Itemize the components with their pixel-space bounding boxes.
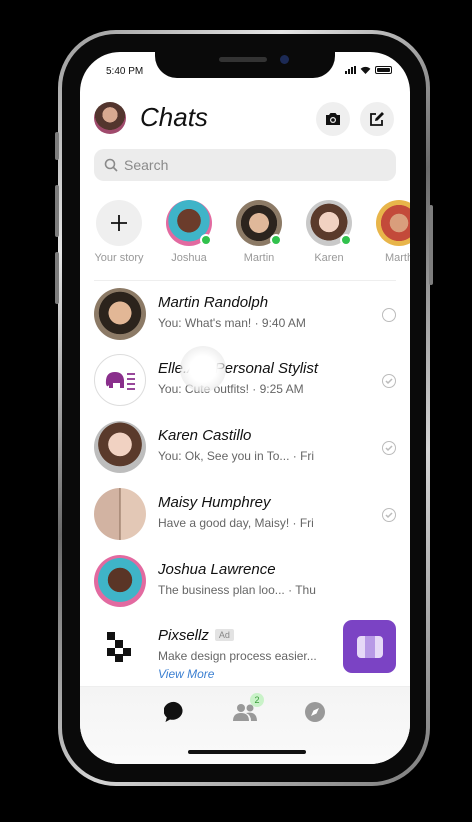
- volume-up-button: [55, 185, 59, 237]
- home-indicator[interactable]: [188, 750, 306, 754]
- chat-preview: You: What's man! · 9:40 AM: [158, 316, 306, 330]
- divider: [94, 280, 396, 281]
- camera-icon: [326, 113, 340, 125]
- battery-icon: [375, 66, 392, 74]
- ad-message: Make design process easier...: [158, 649, 317, 663]
- plus-icon: [111, 215, 127, 231]
- chat-bubble-icon: [164, 701, 183, 722]
- speaker: [219, 57, 267, 62]
- search-icon: [104, 158, 118, 172]
- sent-status-icon: [382, 308, 396, 322]
- view-more-link[interactable]: View More: [158, 667, 214, 681]
- search-placeholder: Search: [124, 157, 169, 173]
- story-label: Marth: [384, 252, 410, 264]
- chat-name: Maisy Humphrey: [158, 494, 271, 511]
- chat-preview: You: Ok, See you in To... · Fri: [158, 449, 315, 463]
- ad-name: Pixsellz: [158, 627, 209, 644]
- power-button: [429, 205, 433, 285]
- chat-name: Pixsellz Ad: [158, 627, 234, 644]
- list-item[interactable]: Maisy Humphrey Have a good day, Maisy! ·…: [94, 488, 396, 542]
- story-joshua[interactable]: Joshua: [159, 200, 219, 264]
- mute-switch: [55, 132, 59, 160]
- avatar: [94, 555, 146, 607]
- tab-people[interactable]: 2: [232, 693, 264, 725]
- pixsellz-logo-icon: [107, 632, 131, 662]
- page-title: Chats: [140, 102, 208, 132]
- avatar: [94, 421, 146, 473]
- search-input[interactable]: Search: [94, 149, 396, 181]
- header: Chats: [94, 100, 396, 136]
- story-marth[interactable]: Marth: [369, 200, 410, 264]
- volume-down-button: [55, 252, 59, 304]
- tab-chats[interactable]: [162, 699, 188, 725]
- avatar: [376, 200, 410, 246]
- profile-avatar[interactable]: [94, 102, 126, 134]
- notch: [155, 52, 335, 78]
- chat-name: Karen Castillo: [158, 427, 252, 444]
- list-item[interactable]: Karen Castillo You: Ok, See you in To...…: [94, 421, 396, 475]
- chat-preview: You: Cute outfits! · 9:25 AM: [158, 382, 304, 396]
- avatar: [94, 354, 146, 406]
- compose-icon: [370, 112, 384, 126]
- ad-cta-button[interactable]: [343, 620, 396, 673]
- avatar: [94, 288, 146, 340]
- phone-screen: 5:40 PM Chats Search Your story Joshua M…: [80, 52, 410, 764]
- chat-name: Martin Randolph: [158, 294, 269, 311]
- delivered-check-icon: [382, 441, 396, 455]
- online-indicator: [200, 234, 212, 246]
- list-item[interactable]: Elle.AI - Personal Stylist You: Cute out…: [94, 354, 396, 408]
- story-label: Martin: [243, 252, 275, 264]
- story-label: Joshua: [171, 252, 207, 264]
- story-martin[interactable]: Martin: [229, 200, 289, 264]
- story-karen[interactable]: Karen: [299, 200, 359, 264]
- avatar: [306, 200, 352, 246]
- story-label: Your story: [94, 252, 144, 264]
- ad-badge: Ad: [214, 629, 234, 641]
- online-indicator: [270, 234, 282, 246]
- wifi-icon: [360, 66, 371, 74]
- avatar: [236, 200, 282, 246]
- add-story-button[interactable]: [96, 200, 142, 246]
- online-indicator: [340, 234, 352, 246]
- ad-logo: [94, 621, 146, 673]
- status-time: 5:40 PM: [106, 66, 144, 77]
- delivered-check-icon: [382, 508, 396, 522]
- chat-name: Joshua Lawrence: [158, 561, 276, 578]
- touch-ripple: [180, 346, 226, 392]
- camera-button[interactable]: [316, 102, 350, 136]
- status-icons: [345, 66, 392, 74]
- list-item[interactable]: Martin Randolph You: What's man! · 9:40 …: [94, 288, 396, 342]
- story-add[interactable]: Your story: [89, 200, 149, 264]
- tab-discover[interactable]: [302, 699, 328, 725]
- story-label: Karen: [314, 252, 344, 264]
- avatar: [166, 200, 212, 246]
- stories-row: Your story Joshua Martin Karen Marth: [80, 200, 410, 270]
- avatar: [94, 488, 146, 540]
- delivered-check-icon: [382, 374, 396, 388]
- people-badge: 2: [250, 693, 264, 707]
- signal-icon: [345, 66, 356, 74]
- list-item[interactable]: Joshua Lawrence The business plan loo...…: [94, 555, 396, 609]
- pages-icon: [356, 635, 383, 658]
- front-camera: [280, 55, 289, 64]
- new-message-button[interactable]: [360, 102, 394, 136]
- chat-preview: Have a good day, Maisy! · Fri: [158, 516, 314, 530]
- elephant-logo-icon: [105, 372, 135, 390]
- chat-preview: The business plan loo... · Thu: [158, 583, 316, 597]
- compass-icon: [305, 702, 325, 722]
- tab-bar: 2: [80, 686, 410, 764]
